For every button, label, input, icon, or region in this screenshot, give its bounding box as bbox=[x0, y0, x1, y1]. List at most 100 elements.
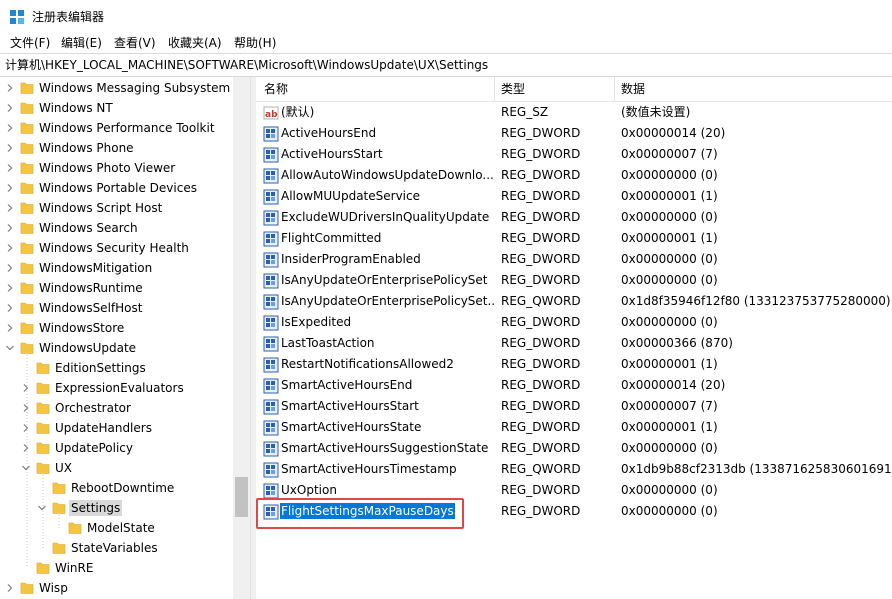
value-row[interactable]: ActiveHoursEnd REG_DWORD 0x00000014 (20) bbox=[256, 123, 892, 144]
value-row[interactable]: IsExpedited REG_DWORD 0x00000000 (0) bbox=[256, 312, 892, 333]
chevron-down-icon[interactable] bbox=[22, 464, 30, 472]
chevron-right-icon[interactable] bbox=[6, 164, 14, 172]
value-data: 0x00000000 (0) bbox=[621, 483, 718, 497]
address-path[interactable]: 计算机\HKEY_LOCAL_MACHINE\SOFTWARE\Microsof… bbox=[5, 57, 488, 73]
value-row[interactable]: ab (默认) REG_SZ (数值未设置) bbox=[256, 102, 892, 123]
menu-favorites[interactable]: 收藏夹(A) bbox=[167, 35, 223, 51]
tree-item[interactable]: WindowsUpdate bbox=[0, 338, 250, 358]
tree-item[interactable]: Windows Script Host bbox=[0, 198, 250, 218]
tree-item[interactable]: UpdateHandlers bbox=[0, 418, 250, 438]
column-divider[interactable] bbox=[614, 77, 615, 101]
chevron-right-icon[interactable] bbox=[22, 424, 30, 432]
tree-item[interactable]: StateVariables bbox=[0, 538, 250, 558]
folder-icon bbox=[20, 242, 34, 254]
chevron-right-icon[interactable] bbox=[6, 324, 14, 332]
chevron-right-icon[interactable] bbox=[6, 204, 14, 212]
key-tree[interactable]: Windows Messaging Subsystem Windows NT Win… bbox=[0, 77, 250, 599]
chevron-right-icon[interactable] bbox=[6, 84, 14, 92]
value-row[interactable]: AllowAutoWindowsUpdateDownlo... REG_DWORD… bbox=[256, 165, 892, 186]
tree-item-label: WindowsStore bbox=[39, 321, 125, 335]
value-type: REG_DWORD bbox=[501, 420, 581, 434]
chevron-right-icon[interactable] bbox=[6, 304, 14, 312]
value-row[interactable]: LastToastAction REG_DWORD 0x00000366 (870) bbox=[256, 333, 892, 354]
tree-item[interactable]: Windows Photo Viewer bbox=[0, 158, 250, 178]
chevron-right-icon[interactable] bbox=[6, 284, 14, 292]
value-row[interactable]: SmartActiveHoursStart REG_DWORD 0x00000007… bbox=[256, 396, 892, 417]
value-row[interactable]: FlightCommitted REG_DWORD 0x00000001 (1) bbox=[256, 228, 892, 249]
value-type: REG_DWORD bbox=[501, 168, 581, 182]
chevron-right-icon[interactable] bbox=[6, 144, 14, 152]
chevron-down-icon[interactable] bbox=[6, 344, 14, 352]
value-row[interactable]: SmartActiveHoursEnd REG_DWORD 0x00000014 (… bbox=[256, 375, 892, 396]
chevron-right-icon[interactable] bbox=[6, 184, 14, 192]
chevron-right-icon[interactable] bbox=[6, 224, 14, 232]
chevron-right-icon[interactable] bbox=[6, 124, 14, 132]
tree-item[interactable]: Settings bbox=[0, 498, 250, 518]
menu-edit[interactable]: 编辑(E) bbox=[60, 35, 103, 51]
column-type-header[interactable]: 类型 bbox=[501, 81, 525, 97]
chevron-right-icon[interactable] bbox=[22, 404, 30, 412]
value-row[interactable]: AllowMUUpdateService REG_DWORD 0x00000001 … bbox=[256, 186, 892, 207]
value-row[interactable]: SmartActiveHoursTimestamp REG_QWORD 0x1db9… bbox=[256, 459, 892, 480]
tree-item[interactable]: EditionSettings bbox=[0, 358, 250, 378]
tree-item[interactable]: Windows Phone bbox=[0, 138, 250, 158]
chevron-right-icon[interactable] bbox=[22, 444, 30, 452]
tree-item-label: ModelState bbox=[87, 521, 155, 535]
tree-item[interactable]: Wisp bbox=[0, 578, 250, 598]
value-data: 0x1db9b88cf2313db (133871625830601691) bbox=[621, 462, 892, 476]
tree-item[interactable]: Windows Portable Devices bbox=[0, 178, 250, 198]
tree-item[interactable]: Windows Security Health bbox=[0, 238, 250, 258]
column-divider[interactable] bbox=[494, 77, 495, 101]
chevron-right-icon[interactable] bbox=[6, 244, 14, 252]
address-bar[interactable]: 计算机\HKEY_LOCAL_MACHINE\SOFTWARE\Microsof… bbox=[0, 53, 892, 77]
regedit-app-icon bbox=[10, 10, 24, 24]
tree-item[interactable]: ExpressionEvaluators bbox=[0, 378, 250, 398]
menu-view[interactable]: 查看(V) bbox=[113, 35, 157, 51]
tree-scrollbar[interactable] bbox=[233, 77, 250, 599]
value-row[interactable]: RestartNotificationsAllowed2 REG_DWORD 0x0… bbox=[256, 354, 892, 375]
tree-item[interactable]: Orchestrator bbox=[0, 398, 250, 418]
tree-item[interactable]: WinRE bbox=[0, 558, 250, 578]
chevron-right-icon[interactable] bbox=[6, 264, 14, 272]
tree-item[interactable]: UpdatePolicy bbox=[0, 438, 250, 458]
tree-item[interactable]: Windows NT bbox=[0, 98, 250, 118]
value-row[interactable]: InsiderProgramEnabled REG_DWORD 0x00000000… bbox=[256, 249, 892, 270]
binary-value-icon bbox=[263, 189, 279, 205]
value-data: 0x00000000 (0) bbox=[621, 441, 718, 455]
tree-item[interactable]: WindowsMitigation bbox=[0, 258, 250, 278]
chevron-right-icon[interactable] bbox=[6, 104, 14, 112]
value-name: SmartActiveHoursTimestamp bbox=[281, 462, 457, 476]
tree-item[interactable]: WindowsStore bbox=[0, 318, 250, 338]
tree-scrollbar-thumb[interactable] bbox=[235, 477, 248, 517]
value-name: IsExpedited bbox=[281, 315, 352, 329]
tree-item[interactable]: WindowsSelfHost bbox=[0, 298, 250, 318]
value-name: AllowAutoWindowsUpdateDownlo... bbox=[281, 168, 494, 182]
binary-value-icon bbox=[263, 315, 279, 331]
tree-item[interactable]: RebootDowntime bbox=[0, 478, 250, 498]
tree-item[interactable]: Windows Search bbox=[0, 218, 250, 238]
tree-item[interactable]: WindowsRuntime bbox=[0, 278, 250, 298]
value-type: REG_QWORD bbox=[501, 294, 581, 308]
value-row[interactable]: IsAnyUpdateOrEnterprisePolicySet... REG_Q… bbox=[256, 291, 892, 312]
menu-help[interactable]: 帮助(H) bbox=[233, 35, 277, 51]
column-name-header[interactable]: 名称 bbox=[264, 81, 288, 97]
column-data-header[interactable]: 数据 bbox=[621, 81, 645, 97]
folder-icon bbox=[36, 402, 50, 414]
chevron-down-icon[interactable] bbox=[38, 504, 46, 512]
tree-item[interactable]: UX bbox=[0, 458, 250, 478]
value-row[interactable]: ExcludeWUDriversInQualityUpdate REG_DWORD… bbox=[256, 207, 892, 228]
chevron-right-icon[interactable] bbox=[6, 584, 14, 592]
tree-item[interactable]: Windows Performance Toolkit bbox=[0, 118, 250, 138]
value-data: 0x1d8f35946f12f80 (133123753775280000) bbox=[621, 294, 891, 308]
value-row[interactable]: SmartActiveHoursState REG_DWORD 0x00000001… bbox=[256, 417, 892, 438]
value-row[interactable]: IsAnyUpdateOrEnterprisePolicySet REG_DWOR… bbox=[256, 270, 892, 291]
binary-value-icon bbox=[263, 168, 279, 184]
value-row[interactable]: ActiveHoursStart REG_DWORD 0x00000007 (7) bbox=[256, 144, 892, 165]
folder-icon bbox=[36, 562, 50, 574]
tree-item-label: Windows Script Host bbox=[39, 201, 163, 215]
value-row[interactable]: SmartActiveHoursSuggestionState REG_DWORD… bbox=[256, 438, 892, 459]
chevron-right-icon[interactable] bbox=[22, 384, 30, 392]
tree-item[interactable]: Windows Messaging Subsystem bbox=[0, 78, 250, 98]
menu-file[interactable]: 文件(F) bbox=[9, 35, 51, 51]
tree-item[interactable]: ModelState bbox=[0, 518, 250, 538]
